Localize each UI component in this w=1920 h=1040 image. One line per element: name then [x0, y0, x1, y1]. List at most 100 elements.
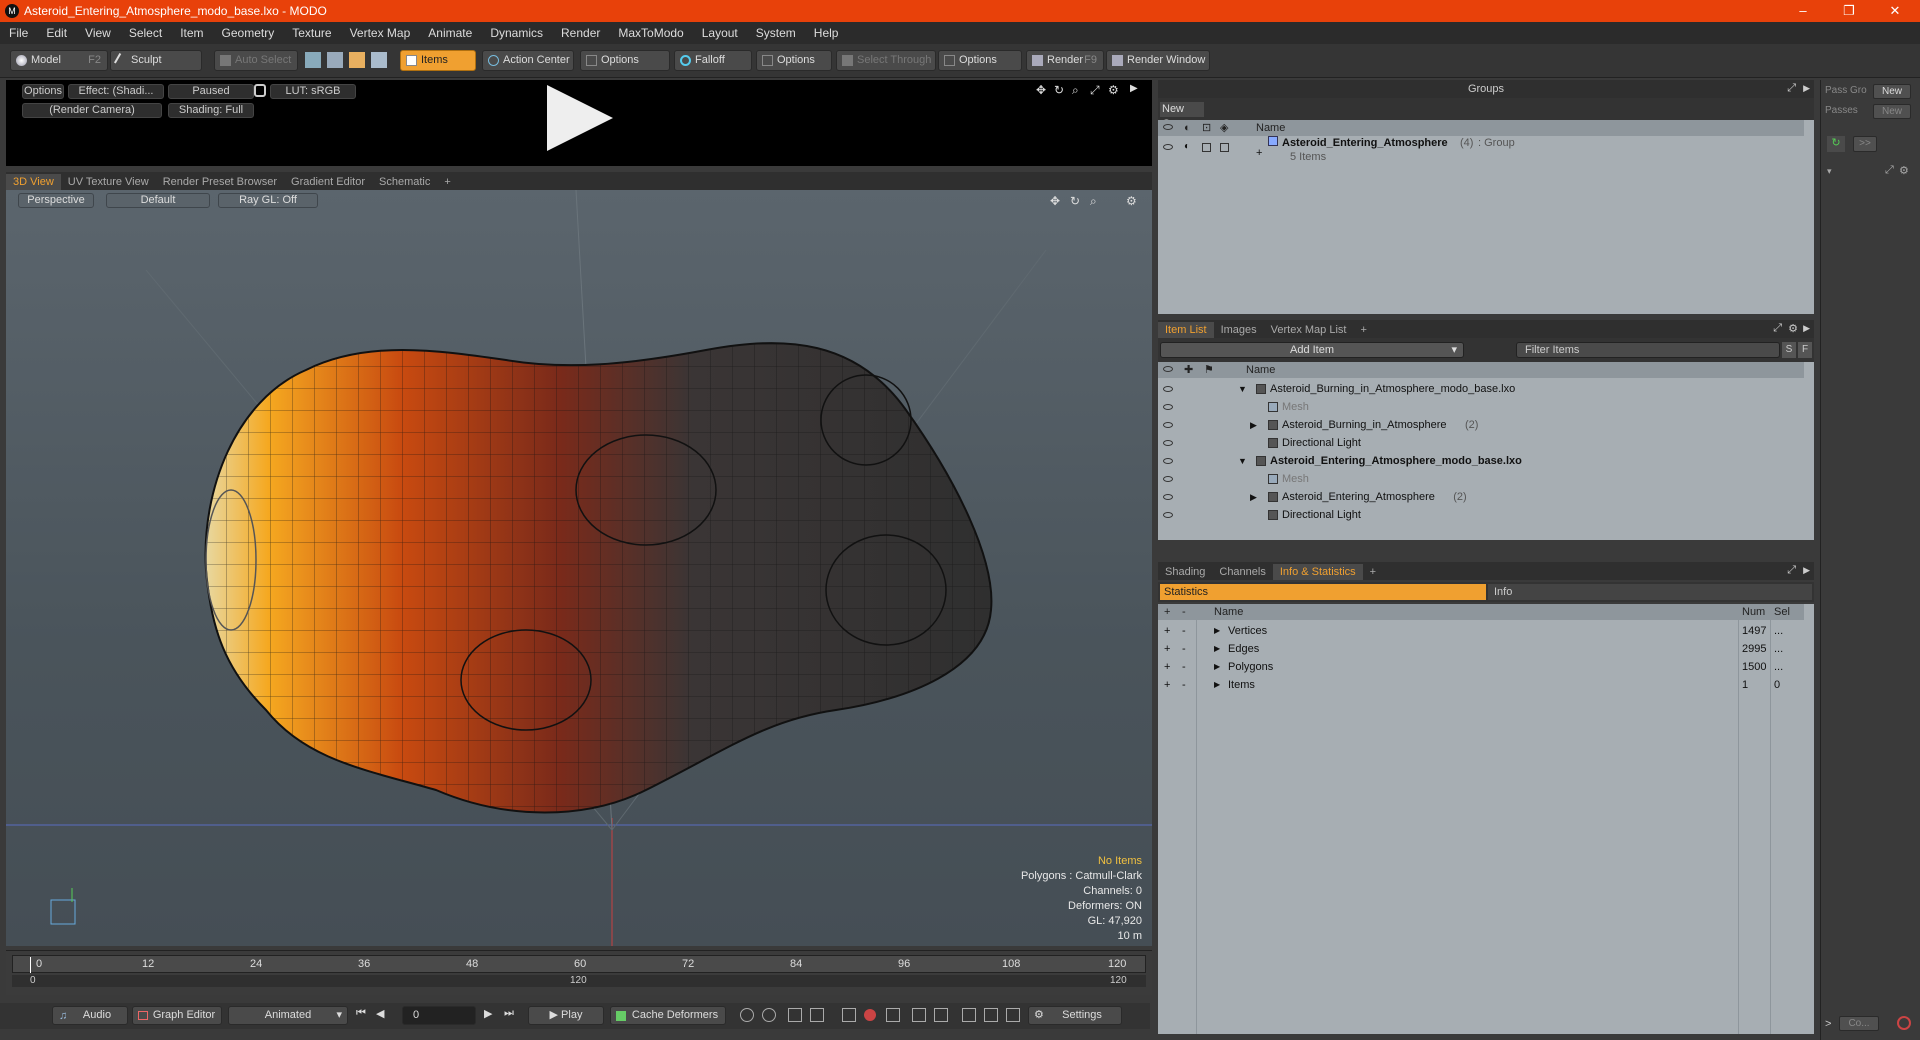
new-group-button[interactable]: New Group: [1160, 102, 1204, 130]
close-button[interactable]: ✕: [1872, 0, 1918, 22]
visibility-eye-icon[interactable]: [1163, 440, 1173, 446]
side-gear-icon[interactable]: ⚙: [1899, 164, 1909, 177]
vp-move-icon[interactable]: ✥: [1050, 194, 1060, 208]
stats-maximize-icon[interactable]: ⤢: [1787, 564, 1796, 577]
pass-groups-new-button[interactable]: New: [1873, 84, 1911, 99]
stats-menu-icon[interactable]: ▶: [1803, 565, 1810, 576]
expand-triangle-icon[interactable]: ▼: [1238, 452, 1247, 470]
item-row[interactable]: Directional Light: [1158, 506, 1804, 524]
loop-icon[interactable]: [886, 1008, 900, 1022]
side-maximize-icon[interactable]: ⤢: [1885, 164, 1894, 177]
maximize-icon[interactable]: ⤢: [1090, 83, 1100, 98]
frame-input[interactable]: 0: [402, 1006, 476, 1025]
curve-icon[interactable]: [842, 1008, 856, 1022]
prev-key-icon[interactable]: [788, 1008, 802, 1022]
step-forward-icon[interactable]: ▶: [484, 1007, 492, 1020]
menu-animate[interactable]: Animate: [419, 26, 481, 40]
tab-shading[interactable]: Shading: [1158, 564, 1212, 580]
model-mode-button[interactable]: Model F2: [10, 50, 108, 71]
graph-editor-button[interactable]: Graph Editor: [132, 1006, 222, 1025]
move-icon[interactable]: ✥: [1036, 83, 1046, 97]
sculpt-mode-button[interactable]: Sculpt: [110, 50, 202, 71]
motion-path-icon[interactable]: [962, 1008, 976, 1022]
item-row[interactable]: ▶ Asteroid_Entering_Atmosphere (2): [1158, 488, 1804, 506]
expand-triangle-icon[interactable]: ▶: [1214, 640, 1220, 658]
visibility-eye-icon[interactable]: [1163, 476, 1173, 482]
tab-render-preset-browser[interactable]: Render Preset Browser: [156, 174, 284, 190]
row-minus-button[interactable]: -: [1182, 640, 1186, 658]
camera-dropdown[interactable]: (Render Camera): [22, 103, 162, 118]
menu-file[interactable]: File: [0, 26, 37, 40]
menu-item[interactable]: Item: [171, 26, 212, 40]
tab-info-statistics[interactable]: Info & Statistics: [1272, 564, 1363, 580]
action-center-button[interactable]: Action Center: [482, 50, 574, 71]
range-in-icon[interactable]: [912, 1008, 926, 1022]
menu-system[interactable]: System: [747, 26, 805, 40]
menu-help[interactable]: Help: [805, 26, 848, 40]
itemlist-gear-icon[interactable]: ⚙: [1788, 322, 1798, 335]
next-key-icon[interactable]: [810, 1008, 824, 1022]
group-visibility-icon[interactable]: [1163, 144, 1173, 150]
filter-f-button[interactable]: F: [1798, 342, 1812, 358]
expand-triangle-icon[interactable]: ▶: [1214, 622, 1220, 640]
row-plus-button[interactable]: +: [1164, 622, 1170, 640]
tab-vertex-map-list[interactable]: Vertex Map List: [1264, 322, 1354, 338]
effect-dropdown[interactable]: Effect: (Shadi...: [68, 84, 164, 99]
style-dropdown[interactable]: Default: [106, 193, 210, 208]
record-icon[interactable]: [864, 1009, 876, 1021]
stats-row[interactable]: + - ▶ Items 1 0: [1158, 676, 1804, 694]
expand-triangle-icon[interactable]: ▶: [1214, 676, 1220, 694]
lut-dropdown[interactable]: LUT: sRGB: [270, 84, 356, 99]
passes-new-button[interactable]: New: [1873, 104, 1911, 119]
perspective-dropdown[interactable]: Perspective: [18, 193, 94, 208]
expand-triangle-icon[interactable]: ▶: [1214, 658, 1220, 676]
add-stats-tab-button[interactable]: +: [1363, 564, 1383, 580]
items-mode-button[interactable]: Items: [400, 50, 476, 71]
menu-select[interactable]: Select: [120, 26, 171, 40]
materials-mode-icon[interactable]: [371, 52, 387, 68]
expand-triangle-icon[interactable]: ▶: [1250, 488, 1257, 506]
groups-menu-icon[interactable]: ▶: [1803, 83, 1810, 94]
play-button[interactable]: ▶ Play: [528, 1006, 604, 1025]
group-lock-checkbox[interactable]: [1202, 143, 1211, 152]
visibility-eye-icon[interactable]: [1163, 494, 1173, 500]
visibility-eye-icon[interactable]: [1163, 404, 1173, 410]
itemlist-maximize-icon[interactable]: ⤢: [1773, 322, 1782, 335]
go-start-icon[interactable]: ⏮: [356, 1007, 366, 1020]
render-window-button[interactable]: Render Window: [1106, 50, 1210, 71]
row-minus-button[interactable]: -: [1182, 622, 1186, 640]
timeline[interactable]: 0 12 24 36 48 60 72 84 96 108 120 0 120 …: [6, 950, 1152, 995]
visibility-eye-icon[interactable]: [1163, 422, 1173, 428]
tab-images[interactable]: Images: [1214, 322, 1264, 338]
falloff-options-button[interactable]: Options: [756, 50, 832, 71]
go-end-icon[interactable]: ⏭: [504, 1007, 514, 1020]
stop-icon[interactable]: [1897, 1016, 1911, 1030]
stats-row[interactable]: + - ▶ Vertices 1497...: [1158, 622, 1804, 640]
paused-toggle[interactable]: Paused: [168, 84, 254, 99]
zoom-icon[interactable]: ⌕: [1072, 83, 1079, 98]
itemlist-menu-icon[interactable]: ▶: [1803, 323, 1810, 334]
vp-zoom-icon[interactable]: ⌕: [1090, 194, 1097, 209]
cache-deformers-button[interactable]: Cache Deformers: [610, 1006, 726, 1025]
minimize-button[interactable]: –: [1780, 0, 1826, 22]
row-minus-button[interactable]: -: [1182, 658, 1186, 676]
row-plus-button[interactable]: +: [1164, 676, 1170, 694]
add-tab-button[interactable]: +: [437, 174, 457, 190]
tab-gradient-editor[interactable]: Gradient Editor: [284, 174, 372, 190]
expand-arrow[interactable]: >: [1825, 1018, 1831, 1030]
key-icon[interactable]: [740, 1008, 754, 1022]
add-itemlist-tab-button[interactable]: +: [1353, 322, 1373, 338]
filter-s-button[interactable]: S: [1782, 342, 1796, 358]
menu-vertex-map[interactable]: Vertex Map: [341, 26, 420, 40]
row-plus-button[interactable]: +: [1164, 658, 1170, 676]
audio-button[interactable]: ♫ Audio: [52, 1006, 128, 1025]
menu-view[interactable]: View: [76, 26, 120, 40]
group-render-icon[interactable]: ◐: [1184, 138, 1190, 156]
chevron-down-icon[interactable]: ▾: [1827, 166, 1832, 177]
ghost-icon[interactable]: [984, 1008, 998, 1022]
onion-skin-icon[interactable]: [1006, 1008, 1020, 1022]
auto-select-button[interactable]: Auto Select: [214, 50, 298, 71]
group-expand-icon[interactable]: +: [1256, 144, 1262, 162]
tab-3d-view[interactable]: 3D View: [6, 174, 61, 190]
menu-render[interactable]: Render: [552, 26, 609, 40]
